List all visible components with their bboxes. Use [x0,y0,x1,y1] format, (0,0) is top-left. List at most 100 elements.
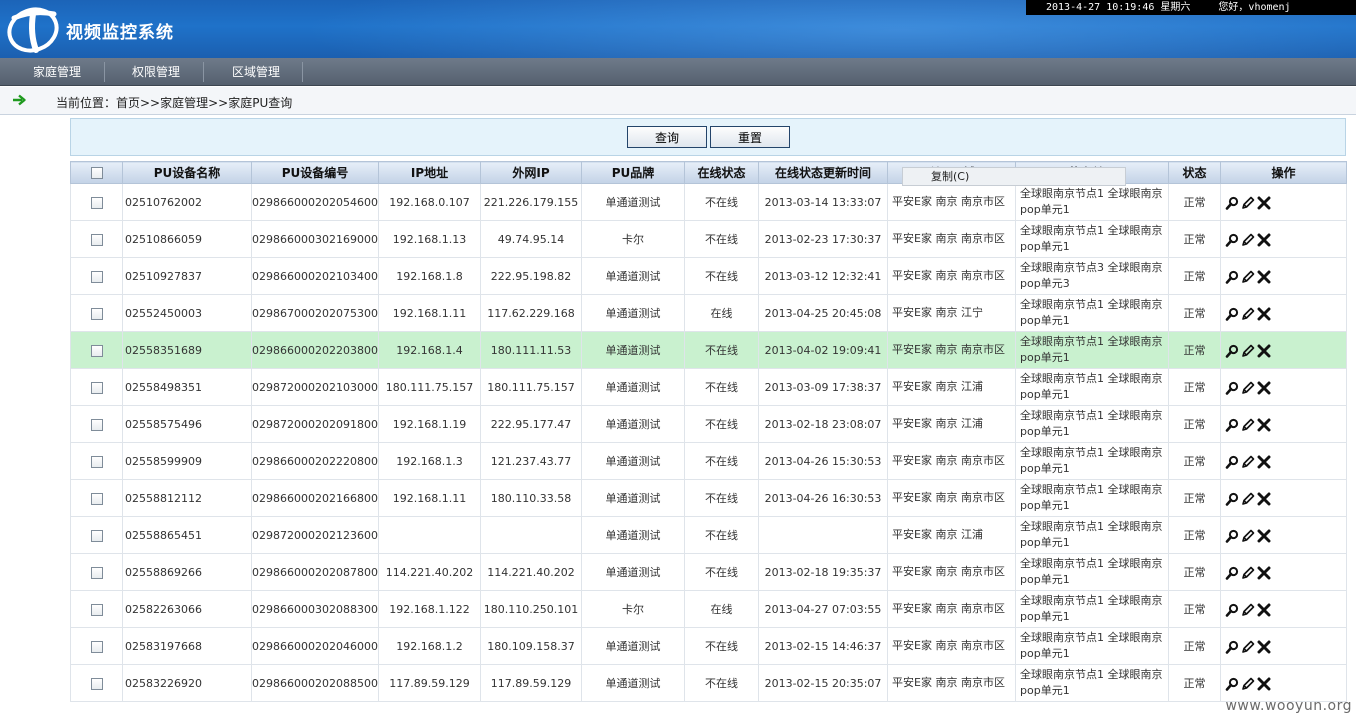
row-checkbox[interactable] [90,455,103,468]
row-checkbox[interactable] [90,529,103,542]
magnifier-icon[interactable] [1225,640,1239,654]
magnifier-icon[interactable] [1225,418,1239,432]
row-checkbox[interactable] [90,603,103,616]
table-row[interactable]: 02558498351 029872000202103000 180.111.75.… [70,368,1347,406]
cell-ip [378,516,481,554]
row-checkbox[interactable] [90,492,103,505]
pencil-icon[interactable] [1241,196,1255,210]
row-checkbox[interactable] [90,270,103,283]
cell-online-status: 在线 [684,294,759,332]
close-x-icon[interactable] [1257,677,1271,691]
col-header[interactable]: 在线状态 [684,161,759,184]
reset-button[interactable]: 重置 [710,126,790,148]
close-x-icon[interactable] [1257,492,1271,506]
table-row[interactable]: 02510927837 029866000202103400 192.168.1.8… [70,257,1347,295]
table-row[interactable]: 02558575496 029872000202091800 192.168.1.1… [70,405,1347,443]
magnifier-icon[interactable] [1225,344,1239,358]
col-header[interactable]: PU设备编号 [251,161,379,184]
query-button[interactable]: 查询 [627,126,707,148]
table-row[interactable]: 02510762002 029866000202054600 192.168.0.1… [70,183,1347,221]
cell-status: 正常 [1168,479,1221,517]
cell-node: 全球眼南京节点1 全球眼南京pop单元1 [1015,664,1169,702]
pencil-icon[interactable] [1241,233,1255,247]
close-x-icon[interactable] [1257,455,1271,469]
pencil-icon[interactable] [1241,381,1255,395]
cell-online-status: 不在线 [684,479,759,517]
table-row[interactable]: 02558869266 029866000202087800 114.221.40.… [70,553,1347,591]
col-header[interactable]: 在线状态更新时间 [758,161,888,184]
select-all-checkbox[interactable] [90,167,103,179]
row-checkbox[interactable] [90,196,103,209]
table-row[interactable]: 02510866059 029866000302169000 192.168.1.1… [70,220,1347,258]
magnifier-icon[interactable] [1225,196,1239,210]
close-x-icon[interactable] [1257,270,1271,284]
pencil-icon[interactable] [1241,307,1255,321]
close-x-icon[interactable] [1257,381,1271,395]
table-row[interactable]: 02583226920 029866000202088500 117.89.59.1… [70,664,1347,702]
col-header[interactable]: 外网IP [480,161,582,184]
pencil-icon[interactable] [1241,455,1255,469]
table-row[interactable]: 02558812112 029866000202166800 192.168.1.1… [70,479,1347,517]
magnifier-icon[interactable] [1225,677,1239,691]
cell-area: 平安E家 南京 南京市区 [887,331,1016,369]
magnifier-icon[interactable] [1225,492,1239,506]
cell-actions [1220,590,1347,628]
magnifier-icon[interactable] [1225,381,1239,395]
pencil-icon[interactable] [1241,418,1255,432]
close-x-icon[interactable] [1257,418,1271,432]
cell-device-code: 029866000202054600 [251,183,379,221]
context-menu-copy[interactable]: 复制(C) [902,167,1126,186]
table-row[interactable]: 02558599909 029866000202220800 192.168.1.3… [70,442,1347,480]
pencil-icon[interactable] [1241,344,1255,358]
col-header[interactable]: PU品牌 [581,161,685,184]
col-header[interactable]: 状态 [1168,161,1221,184]
table-row[interactable]: 02558351689 029866000202203800 192.168.1.4… [70,331,1347,369]
close-x-icon[interactable] [1257,344,1271,358]
row-checkbox[interactable] [90,677,103,690]
magnifier-icon[interactable] [1225,566,1239,580]
table-row[interactable]: 02582263066 029866000302088300 192.168.1.1… [70,590,1347,628]
row-checkbox[interactable] [90,418,103,431]
pencil-icon[interactable] [1241,640,1255,654]
cell-brand: 单通道测试 [581,553,685,591]
pencil-icon[interactable] [1241,603,1255,617]
cell-device-name: 02558498351 [122,368,252,406]
row-select-cell [70,183,123,221]
nav-item-region[interactable]: 区域管理 [212,58,300,86]
row-checkbox[interactable] [90,307,103,320]
magnifier-icon[interactable] [1225,455,1239,469]
magnifier-icon[interactable] [1225,307,1239,321]
nav-item-family[interactable]: 家庭管理 [14,58,100,86]
close-x-icon[interactable] [1257,529,1271,543]
close-x-icon[interactable] [1257,233,1271,247]
cell-actions [1220,405,1347,443]
magnifier-icon[interactable] [1225,529,1239,543]
col-header[interactable]: IP地址 [378,161,481,184]
magnifier-icon[interactable] [1225,270,1239,284]
cell-wan-ip: 121.237.43.77 [480,442,582,480]
pencil-icon[interactable] [1241,270,1255,284]
pu-device-table: PU设备名称 PU设备编号 IP地址 外网IP PU品牌 在线状态 在线状态更新… [70,161,1347,702]
table-row[interactable]: 02583197668 029866000202046000 192.168.1.2… [70,627,1347,665]
row-checkbox[interactable] [90,640,103,653]
table-row[interactable]: 02558865451 029872000202123600 单通道测试 不在线 平安E… [70,516,1347,554]
pencil-icon[interactable] [1241,566,1255,580]
close-x-icon[interactable] [1257,640,1271,654]
table-row[interactable]: 02552450003 029867000202075300 192.168.1.1… [70,294,1347,332]
row-checkbox[interactable] [90,344,103,357]
close-x-icon[interactable] [1257,196,1271,210]
datetime: 2013-4-27 10:19:46 星期六 [1046,2,1191,13]
close-x-icon[interactable] [1257,307,1271,321]
pencil-icon[interactable] [1241,492,1255,506]
magnifier-icon[interactable] [1225,233,1239,247]
row-checkbox[interactable] [90,381,103,394]
nav-item-permissions[interactable]: 权限管理 [112,58,200,86]
pencil-icon[interactable] [1241,529,1255,543]
col-header[interactable]: PU设备名称 [122,161,252,184]
row-checkbox[interactable] [90,566,103,579]
close-x-icon[interactable] [1257,566,1271,580]
magnifier-icon[interactable] [1225,603,1239,617]
close-x-icon[interactable] [1257,603,1271,617]
row-checkbox[interactable] [90,233,103,246]
pencil-icon[interactable] [1241,677,1255,691]
